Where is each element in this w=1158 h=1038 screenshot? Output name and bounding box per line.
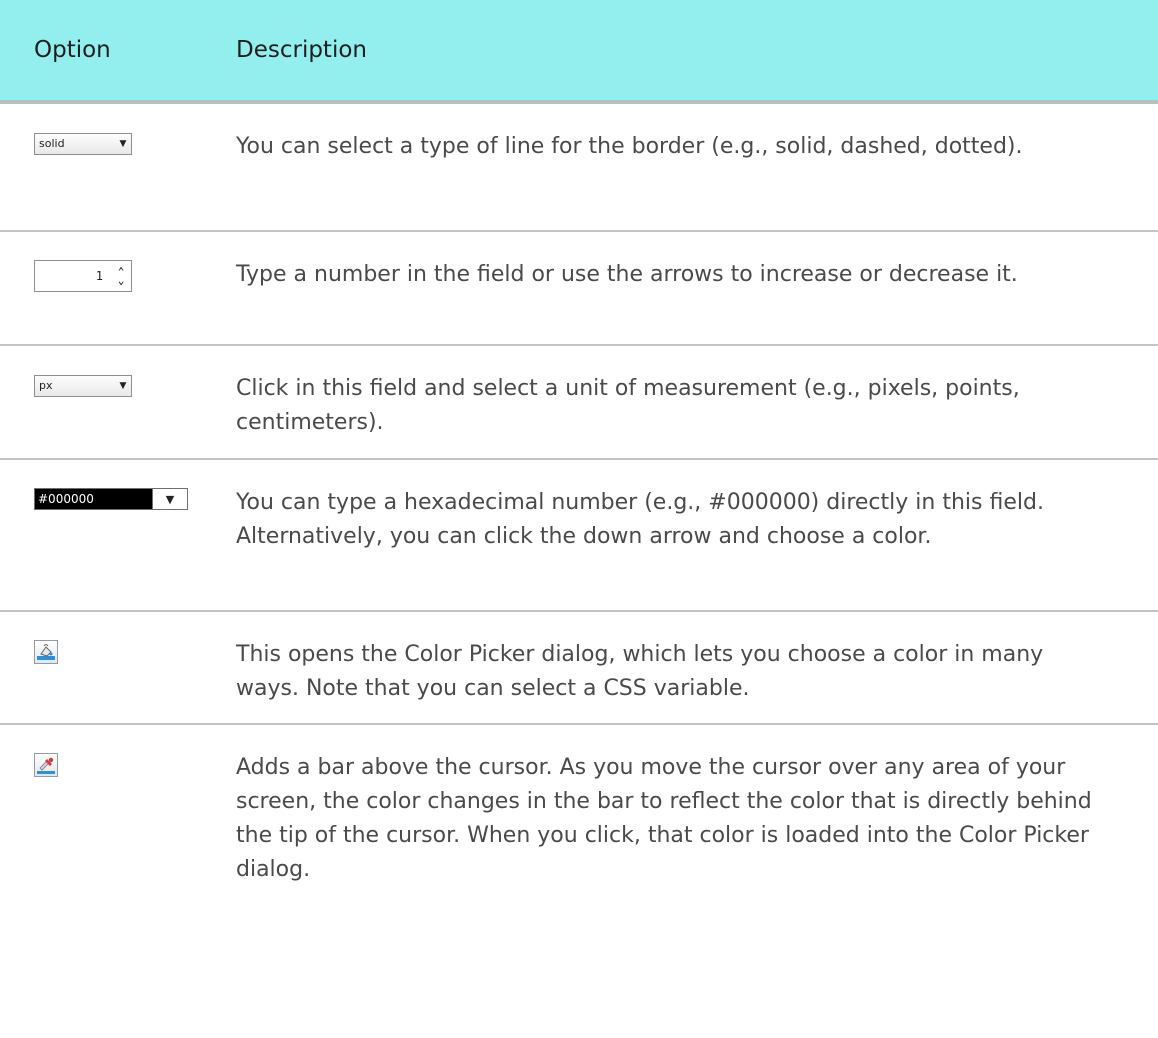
description-cell: Type a number in the field or use the ar… [236,262,1018,287]
border-style-dropdown[interactable]: solid ▼ [34,132,132,155]
chevron-down-icon[interactable]: ▼ [153,493,187,506]
spinner-arrows[interactable]: ⌃ ⌄ [111,266,131,286]
table-row: #000000 ▼ You can type a hexadecimal num… [0,460,1158,612]
chevron-down-icon: ▼ [119,138,127,149]
header-description: Description [236,37,367,63]
option-cell [0,612,236,723]
color-dropdown[interactable]: #000000 ▼ [34,488,188,510]
table-header: Option Description [0,0,1158,104]
option-cell: px ▼ [0,346,236,458]
eyedropper-icon [37,757,55,774]
option-cell: 1 ⌃ ⌄ [0,232,236,344]
unit-dropdown[interactable]: px ▼ [34,374,132,397]
table-row: This opens the Color Picker dialog, whic… [0,612,1158,725]
border-width-value: 1 [95,269,103,283]
table-row: Adds a bar above the cursor. As you move… [0,725,1158,942]
eyedropper-button[interactable] [34,753,58,777]
description-cell: Click in this field and select a unit of… [236,376,1020,435]
option-cell: #000000 ▼ [0,460,236,610]
paint-bucket-icon [37,644,55,660]
description-cell: This opens the Color Picker dialog, whic… [236,642,1044,701]
table-row: px ▼ Click in this field and select a un… [0,346,1158,460]
description-cell: Adds a bar above the cursor. As you move… [236,755,1092,882]
border-style-value: solid [39,137,65,150]
table-row: solid ▼ You can select a type of line fo… [0,104,1158,232]
header-option: Option [34,37,111,63]
chevron-down-icon: ▼ [119,380,127,391]
color-hex-value[interactable]: #000000 [35,489,153,509]
option-cell [0,725,236,942]
color-picker-button[interactable] [34,640,58,664]
table-row: 1 ⌃ ⌄ Type a number in the field or use … [0,232,1158,346]
description-cell: You can type a hexadecimal number (e.g.,… [236,490,1044,549]
down-arrow-icon[interactable]: ⌄ [118,275,125,286]
description-cell: You can select a type of line for the bo… [236,134,1023,159]
border-width-spinner[interactable]: 1 ⌃ ⌄ [34,260,132,292]
unit-value: px [39,379,53,392]
options-table: Option Description solid ▼ You can selec… [0,0,1158,942]
option-cell: solid ▼ [0,104,236,230]
